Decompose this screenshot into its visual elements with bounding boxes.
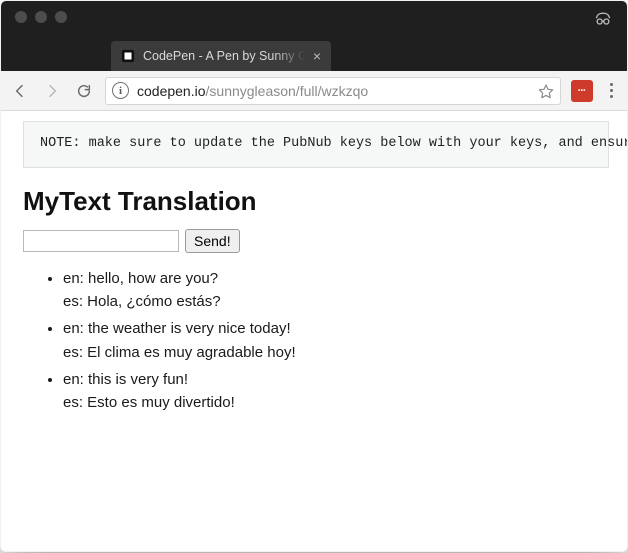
- tab-favicon-icon: [121, 49, 135, 63]
- tab-close-icon[interactable]: ×: [313, 49, 321, 63]
- browser-window: CodePen - A Pen by Sunny Gl × i codepen.…: [0, 0, 628, 552]
- reload-button[interactable]: [73, 80, 95, 102]
- page-viewport: NOTE: make sure to update the PubNub key…: [1, 111, 627, 551]
- close-window-icon[interactable]: [15, 11, 27, 23]
- target-line: es: El clima es muy agradable hoy!: [63, 341, 609, 364]
- window-controls: [15, 11, 67, 23]
- browser-toolbar: i codepen.io/sunnygleason/full/wzkzqo ••…: [1, 71, 627, 111]
- url-text: codepen.io/sunnygleason/full/wzkzqo: [137, 83, 530, 99]
- source-line: en: hello, how are you?: [63, 267, 609, 290]
- address-bar[interactable]: i codepen.io/sunnygleason/full/wzkzqo: [105, 77, 561, 105]
- bookmark-star-icon[interactable]: [538, 83, 554, 99]
- send-button[interactable]: Send!: [185, 229, 240, 253]
- incognito-icon: [593, 9, 613, 29]
- forward-button[interactable]: [41, 80, 63, 102]
- target-line: es: Hola, ¿cómo estás?: [63, 290, 609, 313]
- page-title: MyText Translation: [23, 186, 609, 217]
- window-titlebar: CodePen - A Pen by Sunny Gl ×: [1, 1, 627, 71]
- minimize-window-icon[interactable]: [35, 11, 47, 23]
- send-row: Send!: [23, 229, 609, 253]
- translation-item: en: this is very fun!es: Esto es muy div…: [63, 368, 609, 415]
- tab-title: CodePen - A Pen by Sunny Gl: [143, 49, 305, 63]
- zoom-window-icon[interactable]: [55, 11, 67, 23]
- translation-item: en: hello, how are you?es: Hola, ¿cómo e…: [63, 267, 609, 314]
- target-line: es: Esto es muy divertido!: [63, 391, 609, 414]
- extension-badge[interactable]: •••: [571, 80, 593, 102]
- tab-active[interactable]: CodePen - A Pen by Sunny Gl ×: [111, 41, 331, 71]
- source-line: en: this is very fun!: [63, 368, 609, 391]
- source-line: en: the weather is very nice today!: [63, 317, 609, 340]
- message-input[interactable]: [23, 230, 179, 252]
- translation-list: en: hello, how are you?es: Hola, ¿cómo e…: [23, 267, 609, 415]
- back-button[interactable]: [9, 80, 31, 102]
- tab-strip: CodePen - A Pen by Sunny Gl ×: [1, 39, 627, 71]
- config-note: NOTE: make sure to update the PubNub key…: [23, 121, 609, 168]
- site-info-icon[interactable]: i: [112, 82, 129, 99]
- browser-menu-icon[interactable]: [603, 83, 619, 98]
- translation-item: en: the weather is very nice today!es: E…: [63, 317, 609, 364]
